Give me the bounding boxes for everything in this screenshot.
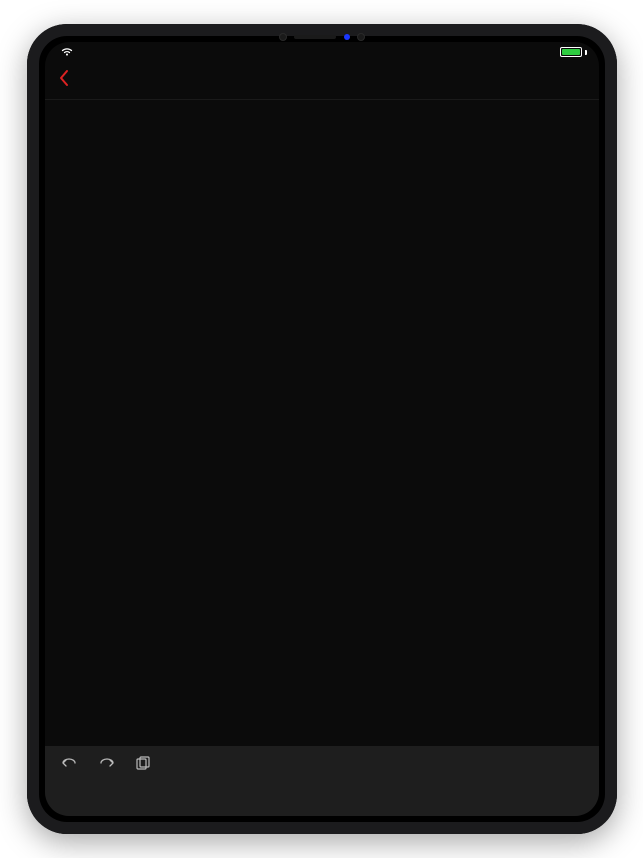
redo-icon[interactable] (97, 756, 117, 776)
clipboard-icon[interactable] (135, 756, 151, 776)
keyboard (45, 746, 599, 816)
undo-icon[interactable] (59, 756, 79, 776)
navbar (45, 62, 599, 100)
wifi-icon (61, 46, 73, 59)
battery-icon (560, 47, 587, 57)
back-button[interactable] (57, 69, 71, 92)
folder-list (45, 100, 599, 746)
status-bar (45, 42, 599, 62)
